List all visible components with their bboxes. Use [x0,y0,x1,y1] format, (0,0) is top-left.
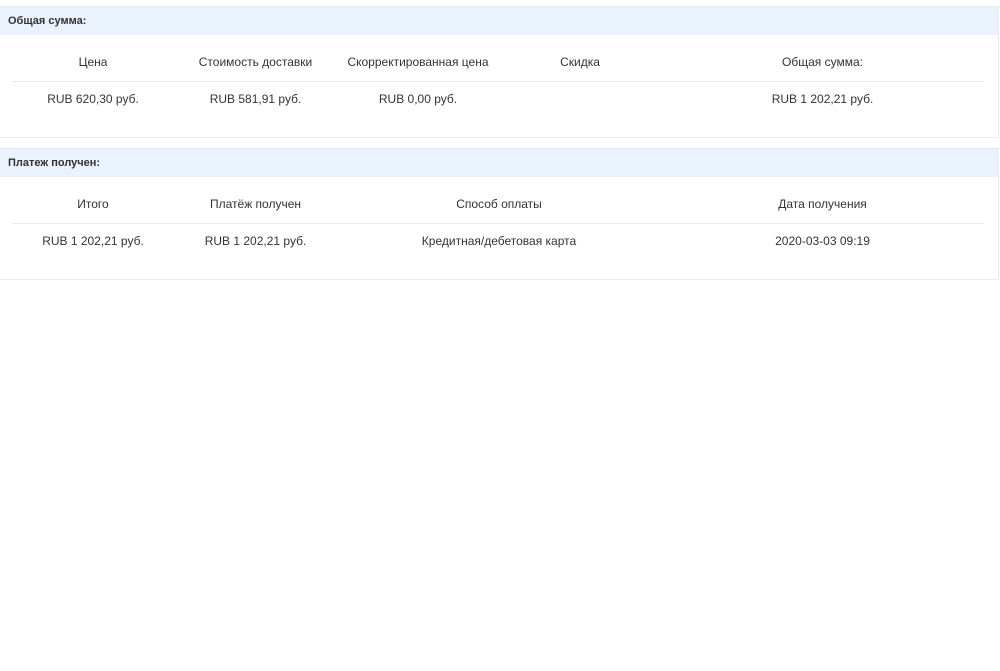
column-header-payment-received: Платёж получен [174,185,337,224]
table-row: RUB 620,30 руб. RUB 581,91 руб. RUB 0,00… [12,82,984,117]
table-row: RUB 1 202,21 руб. RUB 1 202,21 руб. Кред… [12,224,984,259]
column-header-price: Цена [12,43,174,82]
column-header-discount: Скидка [499,43,661,82]
column-header-subtotal: Итого [12,185,174,224]
payment-table-header-row: Итого Платёж получен Способ оплаты Дата … [12,185,984,224]
adjusted-price-value: RUB 0,00 руб. [378,92,458,106]
payment-panel: Платеж получен: Итого Платёж получен Спо… [0,148,999,280]
column-header-received-date: Дата получения [661,185,984,224]
received-date-value: 2020-03-03 09:19 [775,234,870,248]
total-value: RUB 1 202,21 руб. [771,92,874,106]
column-header-total: Общая сумма: [661,43,984,82]
total-panel: Общая сумма: Цена Стоимость доставки Ско… [0,6,999,138]
payment-panel-title: Платеж получен: [0,149,998,177]
payment-received-value: RUB 1 202,21 руб. [204,234,307,248]
payment-method-value: Кредитная/дебетовая карта [421,234,577,248]
payment-table: Итого Платёж получен Способ оплаты Дата … [12,185,984,258]
total-table-header-row: Цена Стоимость доставки Скорректированна… [12,43,984,82]
column-header-adjusted-price: Скорректированная цена [337,43,499,82]
subtotal-value: RUB 1 202,21 руб. [42,234,144,248]
column-header-shipping: Стоимость доставки [174,43,337,82]
column-header-payment-method: Способ оплаты [337,185,661,224]
discount-value [499,82,661,117]
shipping-value: RUB 581,91 руб. [209,92,302,106]
price-value: RUB 620,30 руб. [47,92,139,106]
total-table: Цена Стоимость доставки Скорректированна… [12,43,984,116]
total-panel-title: Общая сумма: [0,7,998,35]
